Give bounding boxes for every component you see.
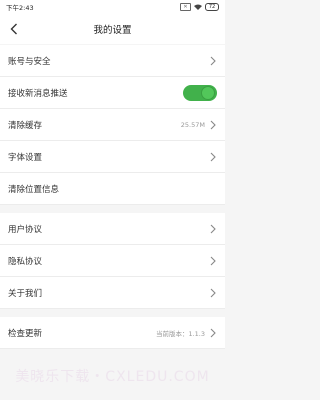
user-agreement-row[interactable]: 用户协议 [0, 213, 225, 245]
check-update-label: 检查更新 [8, 328, 43, 339]
nav-bar: 我的设置 [0, 14, 225, 44]
user-agreement-label: 用户协议 [8, 224, 43, 235]
page-title: 我的设置 [93, 25, 132, 36]
clear-cache-label: 清除缓存 [8, 120, 43, 131]
about-us-label: 关于我们 [8, 288, 43, 299]
chevron-right-icon [210, 56, 216, 65]
chevron-right-icon [210, 224, 216, 233]
chevron-right-icon [210, 328, 216, 337]
check-update-row[interactable]: 检查更新 当前版本：1.1.3 [0, 317, 225, 349]
about-us-row[interactable]: 关于我们 [0, 277, 225, 309]
clear-cache-row[interactable]: 清除缓存 25.57M [0, 109, 225, 141]
section-gap [0, 309, 225, 317]
settings-list: 账号与安全 接收新消息推送 清除缓存 25.57M 字体设置 清除位置信息 用户… [0, 45, 225, 349]
chevron-right-icon [210, 288, 216, 297]
account-security-row[interactable]: 账号与安全 [0, 45, 225, 77]
section-gap [0, 205, 225, 213]
privacy-agreement-label: 隐私协议 [8, 256, 43, 267]
toggle-knob [201, 85, 215, 100]
cache-size: 25.57M [180, 120, 205, 129]
clear-location-label: 清除位置信息 [8, 184, 60, 195]
privacy-agreement-row[interactable]: 隐私协议 [0, 245, 225, 277]
account-security-label: 账号与安全 [8, 56, 51, 67]
clear-location-row[interactable]: 清除位置信息 [0, 173, 225, 205]
battery-icon: 72 [205, 3, 219, 11]
font-settings-row[interactable]: 字体设置 [0, 141, 225, 173]
chevron-right-icon [210, 120, 216, 129]
watermark: 美晓乐下载・CXLEDU.COM [15, 369, 210, 385]
chevron-right-icon [210, 256, 216, 265]
push-notification-toggle[interactable] [183, 84, 217, 101]
status-bar: 下午2:43 ✕ 72 [0, 0, 225, 14]
push-notification-label: 接收新消息推送 [8, 88, 68, 99]
status-time: 下午2:43 [6, 4, 34, 12]
push-notification-row: 接收新消息推送 [0, 77, 225, 109]
current-version: 当前版本：1.1.3 [155, 329, 205, 338]
status-icons: ✕ 72 [180, 3, 219, 11]
wifi-icon [194, 4, 202, 10]
font-settings-label: 字体设置 [8, 152, 43, 163]
back-arrow-icon [10, 23, 17, 35]
back-button[interactable] [6, 21, 22, 37]
notification-icon: ✕ [180, 3, 191, 11]
chevron-right-icon [210, 152, 216, 161]
